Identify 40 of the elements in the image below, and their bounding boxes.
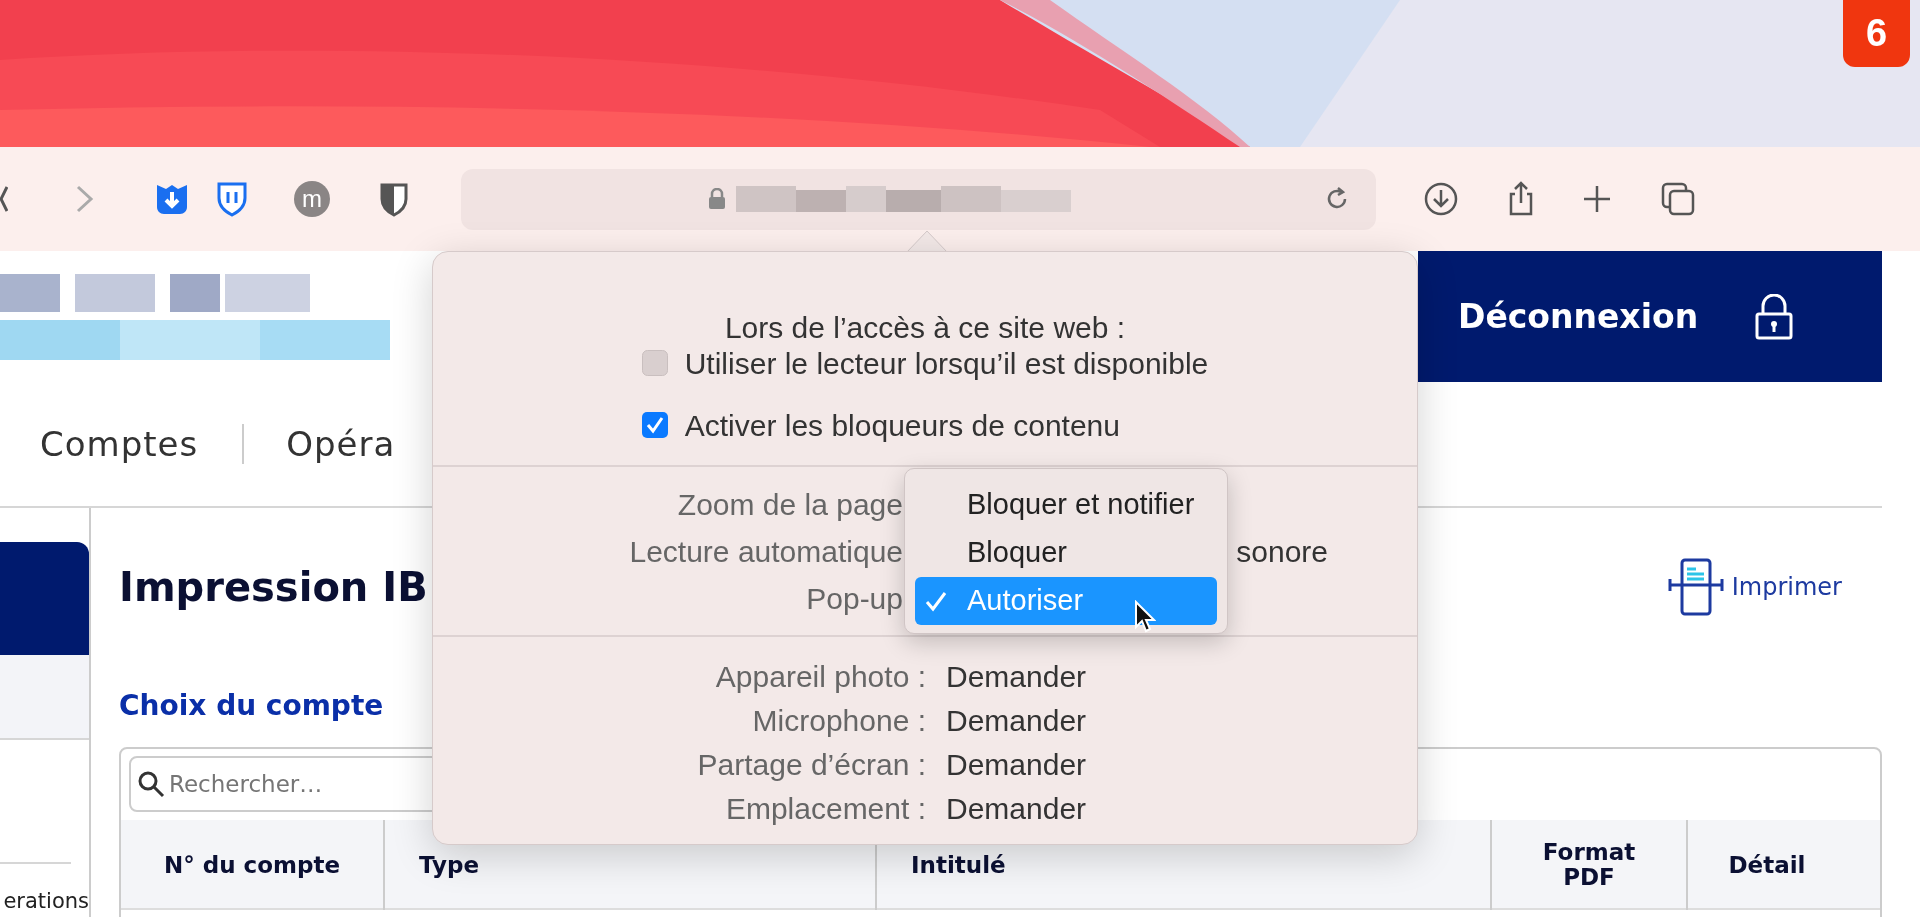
checkbox-label: Activer les bloqueurs de contenu [684, 407, 1120, 444]
search-icon [137, 770, 165, 798]
print-link[interactable]: Imprimer [1667, 557, 1842, 617]
permission-value[interactable]: Demander [946, 785, 1087, 831]
nav-link[interactable]: Opéra [286, 418, 396, 470]
checkbox[interactable] [641, 350, 668, 376]
popover-title: Lors de l’accès à ce site web : [723, 310, 1127, 346]
lock-icon [708, 188, 726, 210]
menu-item[interactable]: Bloquer [915, 529, 1217, 577]
checkbox-label: Utiliser le lecteur lorsqu’il est disponible [684, 345, 1209, 382]
logout-button[interactable]: Déconnexion [1418, 251, 1882, 382]
permission-value[interactable]: Demander [946, 697, 1087, 743]
setting-label: Pop-up [805, 581, 903, 617]
download-icon[interactable] [1423, 181, 1459, 217]
sidebar-item[interactable]: erations [0, 885, 89, 917]
lock-icon [1754, 293, 1795, 340]
setting-label: Lecture automatique [628, 534, 903, 570]
column-header[interactable]: Détail [1728, 847, 1806, 883]
notification-badge: 6 [1843, 0, 1910, 67]
checkbox[interactable] [641, 412, 668, 438]
page-title: Impression IB [119, 563, 428, 612]
printer-icon [1667, 557, 1724, 617]
mouse-pointer-icon [1134, 600, 1156, 634]
setting-label: Zoom de la page [676, 487, 903, 523]
permission-label: Microphone : [751, 702, 926, 739]
tabs-overview-icon[interactable] [1660, 181, 1696, 217]
column-header[interactable]: Type [419, 847, 479, 883]
permission-value[interactable]: Demander [946, 653, 1087, 699]
profile-avatar[interactable]: m [294, 181, 330, 217]
permission-label: Appareil photo : [714, 658, 926, 695]
column-header[interactable]: N° du compte [163, 847, 341, 883]
menu-item[interactable]: Bloquer et notifier [915, 481, 1217, 529]
setting-value[interactable]: sonore [1236, 535, 1328, 568]
nav-link[interactable]: Comptes [40, 418, 199, 470]
section-title: Choix du compte [119, 688, 384, 724]
permission-value[interactable]: Demander [946, 741, 1087, 787]
column-header[interactable]: Intitulé [911, 847, 1006, 883]
checkmark-icon [925, 590, 947, 612]
column-header[interactable]: Format PDF [1542, 839, 1636, 891]
back-icon[interactable] [0, 185, 8, 213]
